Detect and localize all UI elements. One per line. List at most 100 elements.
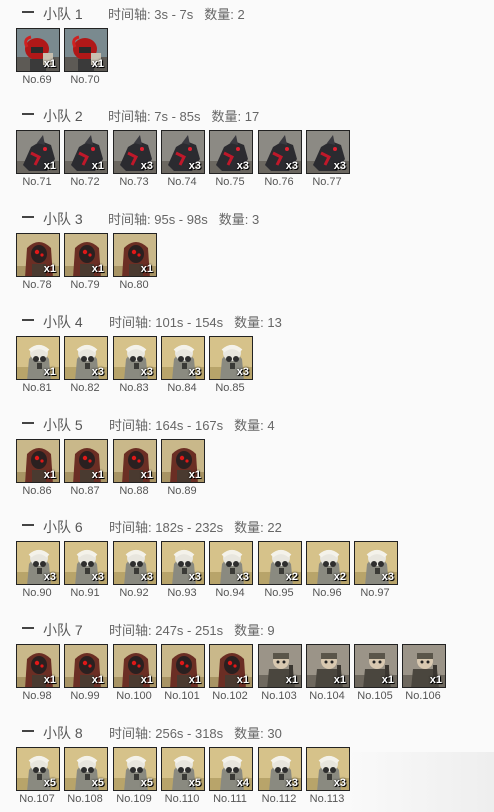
squad-header[interactable]: 小队 5 时间轴: 164s - 167s 数量: 4	[0, 413, 494, 433]
enemy-card[interactable]: x5 No.107	[16, 747, 62, 807]
enemy-portrait[interactable]: x1	[16, 644, 60, 688]
collapse-dash-icon[interactable]	[22, 113, 34, 115]
enemy-card[interactable]: x1 No.71	[16, 130, 62, 190]
collapse-dash-icon[interactable]	[22, 11, 34, 13]
enemy-card[interactable]: x1 No.70	[64, 28, 110, 88]
enemy-card[interactable]: x3 No.91	[64, 541, 110, 601]
enemy-card[interactable]: x1 No.105	[354, 644, 400, 704]
enemy-portrait[interactable]: x2	[306, 541, 350, 585]
enemy-card[interactable]: x3 No.77	[306, 130, 352, 190]
enemy-portrait[interactable]: x1	[16, 233, 60, 277]
enemy-card[interactable]: x1 No.81	[16, 336, 62, 396]
enemy-portrait[interactable]: x1	[113, 233, 157, 277]
enemy-card[interactable]: x3 No.82	[64, 336, 110, 396]
enemy-card[interactable]: x1 No.106	[402, 644, 448, 704]
enemy-card[interactable]: x3 No.75	[209, 130, 255, 190]
enemy-card[interactable]: x3 No.97	[354, 541, 400, 601]
enemy-portrait[interactable]: x3	[306, 130, 350, 174]
squad-header[interactable]: 小队 7 时间轴: 247s - 251s 数量: 9	[0, 618, 494, 638]
collapse-dash-icon[interactable]	[22, 216, 34, 218]
enemy-portrait[interactable]: x3	[113, 541, 157, 585]
enemy-card[interactable]: x5 No.109	[113, 747, 159, 807]
enemy-portrait[interactable]: x1	[16, 28, 60, 72]
enemy-portrait[interactable]: x1	[64, 28, 108, 72]
enemy-card[interactable]: x3 No.73	[113, 130, 159, 190]
enemy-portrait[interactable]: x3	[161, 541, 205, 585]
enemy-card[interactable]: x1 No.103	[258, 644, 304, 704]
enemy-portrait[interactable]: x3	[258, 130, 302, 174]
enemy-card[interactable]: x1 No.69	[16, 28, 62, 88]
enemy-card[interactable]: x3 No.92	[113, 541, 159, 601]
enemy-card[interactable]: x1 No.99	[64, 644, 110, 704]
enemy-portrait[interactable]: x1	[113, 439, 157, 483]
enemy-portrait[interactable]: x3	[209, 130, 253, 174]
enemy-portrait[interactable]: x1	[161, 439, 205, 483]
squad-header[interactable]: 小队 1 时间轴: 3s - 7s 数量: 2	[0, 2, 494, 22]
squad-header[interactable]: 小队 2 时间轴: 7s - 85s 数量: 17	[0, 104, 494, 124]
collapse-dash-icon[interactable]	[22, 524, 34, 526]
enemy-portrait[interactable]: x4	[209, 747, 253, 791]
enemy-portrait[interactable]: x1	[16, 130, 60, 174]
enemy-portrait[interactable]: x1	[402, 644, 446, 688]
enemy-card[interactable]: x1 No.98	[16, 644, 62, 704]
enemy-portrait[interactable]: x1	[64, 644, 108, 688]
enemy-portrait[interactable]: x1	[64, 130, 108, 174]
enemy-card[interactable]: x3 No.85	[209, 336, 255, 396]
enemy-portrait[interactable]: x3	[64, 336, 108, 380]
squad-header[interactable]: 小队 4 时间轴: 101s - 154s 数量: 13	[0, 310, 494, 330]
enemy-portrait[interactable]: x1	[306, 644, 350, 688]
enemy-card[interactable]: x1 No.78	[16, 233, 62, 293]
enemy-card[interactable]: x1 No.88	[113, 439, 159, 499]
enemy-portrait[interactable]: x3	[16, 541, 60, 585]
enemy-portrait[interactable]: x1	[16, 336, 60, 380]
enemy-card[interactable]: x3 No.112	[258, 747, 304, 807]
enemy-portrait[interactable]: x1	[16, 439, 60, 483]
enemy-portrait[interactable]: x3	[209, 541, 253, 585]
enemy-card[interactable]: x1 No.100	[113, 644, 159, 704]
enemy-portrait[interactable]: x2	[258, 541, 302, 585]
enemy-card[interactable]: x5 No.110	[161, 747, 207, 807]
enemy-portrait[interactable]: x1	[64, 233, 108, 277]
squad-header[interactable]: 小队 8 时间轴: 256s - 318s 数量: 30	[0, 721, 494, 741]
squad-header[interactable]: 小队 6 时间轴: 182s - 232s 数量: 22	[0, 515, 494, 535]
enemy-portrait[interactable]: x3	[161, 336, 205, 380]
enemy-portrait[interactable]: x5	[113, 747, 157, 791]
collapse-dash-icon[interactable]	[22, 319, 34, 321]
enemy-card[interactable]: x2 No.96	[306, 541, 352, 601]
enemy-card[interactable]: x2 No.95	[258, 541, 304, 601]
enemy-card[interactable]: x1 No.72	[64, 130, 110, 190]
enemy-card[interactable]: x3 No.90	[16, 541, 62, 601]
enemy-card[interactable]: x1 No.86	[16, 439, 62, 499]
enemy-card[interactable]: x3 No.84	[161, 336, 207, 396]
enemy-card[interactable]: x3 No.94	[209, 541, 255, 601]
enemy-portrait[interactable]: x3	[113, 130, 157, 174]
enemy-portrait[interactable]: x1	[113, 644, 157, 688]
enemy-card[interactable]: x1 No.101	[161, 644, 207, 704]
enemy-card[interactable]: x5 No.108	[64, 747, 110, 807]
enemy-card[interactable]: x1 No.102	[209, 644, 255, 704]
enemy-portrait[interactable]: x5	[161, 747, 205, 791]
enemy-portrait[interactable]: x3	[64, 541, 108, 585]
enemy-portrait[interactable]: x3	[113, 336, 157, 380]
enemy-portrait[interactable]: x3	[161, 130, 205, 174]
enemy-card[interactable]: x1 No.87	[64, 439, 110, 499]
enemy-card[interactable]: x1 No.79	[64, 233, 110, 293]
enemy-portrait[interactable]: x3	[354, 541, 398, 585]
enemy-portrait[interactable]: x1	[64, 439, 108, 483]
enemy-card[interactable]: x1 No.104	[306, 644, 352, 704]
enemy-card[interactable]: x3 No.83	[113, 336, 159, 396]
enemy-portrait[interactable]: x5	[64, 747, 108, 791]
enemy-portrait[interactable]: x3	[209, 336, 253, 380]
enemy-card[interactable]: x4 No.111	[209, 747, 255, 807]
enemy-card[interactable]: x1 No.89	[161, 439, 207, 499]
enemy-portrait[interactable]: x1	[209, 644, 253, 688]
enemy-portrait[interactable]: x1	[354, 644, 398, 688]
enemy-card[interactable]: x1 No.80	[113, 233, 159, 293]
collapse-dash-icon[interactable]	[22, 627, 34, 629]
enemy-card[interactable]: x3 No.76	[258, 130, 304, 190]
enemy-card[interactable]: x3 No.74	[161, 130, 207, 190]
collapse-dash-icon[interactable]	[22, 730, 34, 732]
enemy-portrait[interactable]: x5	[16, 747, 60, 791]
enemy-card[interactable]: x3 No.93	[161, 541, 207, 601]
collapse-dash-icon[interactable]	[22, 422, 34, 424]
